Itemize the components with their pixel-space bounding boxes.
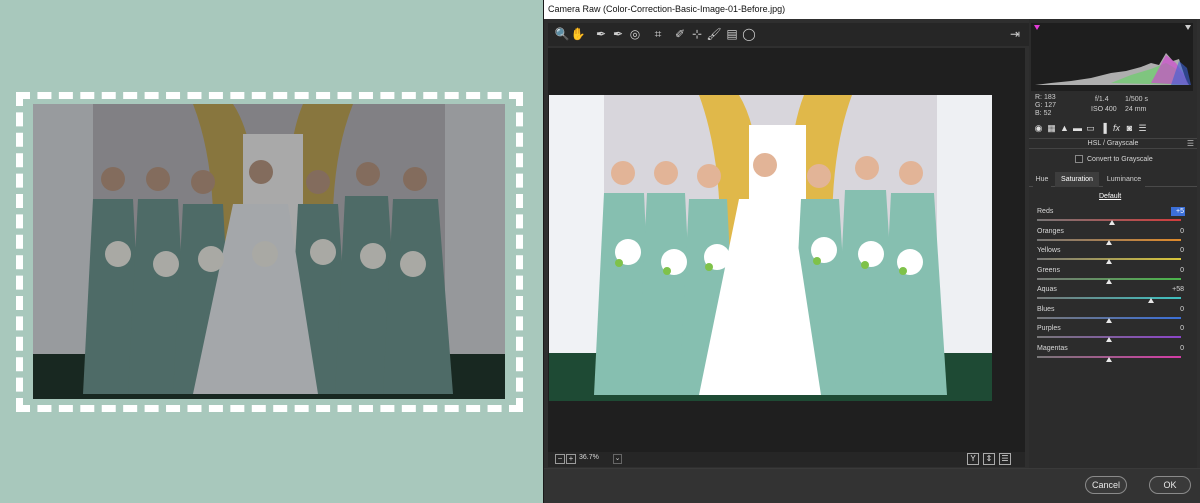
slider-label: Magentas (1037, 344, 1068, 352)
adjustment-panel: R: 183 G: 127 B: 52 f/1.4 1/500 s ISO 40… (1029, 19, 1197, 468)
ok-button[interactable]: OK (1149, 476, 1191, 494)
r-label: R: (1035, 94, 1042, 101)
slider-yellows[interactable]: Yellows 0 (1037, 247, 1184, 265)
hsl-tab-icon[interactable]: ▬ (1072, 123, 1083, 134)
slider-reds[interactable]: Reds +5 (1037, 207, 1185, 226)
slider-value[interactable]: 0 (1171, 266, 1185, 275)
graduated-filter-tool-icon[interactable]: ▤ (724, 26, 740, 42)
slider-value[interactable]: 0 (1171, 324, 1185, 333)
swap-settings-button[interactable]: ⇕ (983, 453, 995, 465)
slider-greens[interactable]: Greens 0 (1037, 266, 1184, 285)
slider-value[interactable]: 0 (1171, 305, 1185, 314)
split-toning-tab-icon[interactable]: ▭ (1085, 123, 1096, 134)
radial-filter-tool-icon[interactable]: ◯ (741, 26, 757, 42)
slider-thumb[interactable] (1106, 317, 1112, 323)
tool-bar: 🔍 ✋ ✒ ✒ ◎ ⌗ ✐ ⊹ 🖌 ▤ ◯ ⇥ (548, 23, 1029, 46)
tab-luminance[interactable]: Luminance (1103, 172, 1145, 187)
camera-calibration-tab-icon[interactable]: ◙ (1124, 123, 1135, 134)
before-photo (33, 104, 505, 399)
b-value: 52 (1043, 110, 1052, 117)
slider-purples[interactable]: Purples 0 (1037, 325, 1184, 343)
before-after-view-button[interactable]: Y (967, 453, 979, 465)
slider-label: Greens (1037, 266, 1060, 274)
white-balance-tool-icon[interactable]: ✒ (593, 26, 609, 42)
window-title: Camera Raw (Color-Correction-Basic-Image… (544, 0, 1200, 19)
adjustment-brush-tool-icon[interactable]: 🖌 (706, 26, 722, 42)
effects-tab-icon[interactable]: fx (1111, 123, 1122, 134)
zoom-dropdown-icon[interactable]: ⌄ (613, 454, 622, 464)
panel-tab-icons: ◉ ▦ ▲ ▬ ▭ ▐ fx ◙ ☰ (1031, 123, 1195, 136)
slider-thumb[interactable] (1108, 220, 1115, 225)
color-sampler-tool-icon[interactable]: ✒ (610, 26, 626, 42)
section-title-text: HSL / Grayscale (1087, 140, 1139, 147)
slider-label: Yellows (1037, 247, 1061, 254)
slider-label: Oranges (1037, 227, 1064, 235)
slider-track[interactable] (1037, 297, 1181, 299)
cancel-button[interactable]: Cancel (1085, 476, 1127, 494)
slider-blues[interactable]: Blues 0 (1037, 305, 1184, 324)
bridal-party-photo-after (549, 95, 992, 401)
slider-value[interactable]: +58 (1171, 285, 1185, 294)
bridal-party-photo-before (33, 104, 505, 399)
spot-removal-tool-icon[interactable]: ✐ (672, 26, 688, 42)
grayscale-label: Convert to Grayscale (1087, 156, 1153, 163)
slider-thumb[interactable] (1106, 278, 1112, 284)
slider-label: Purples (1037, 325, 1061, 332)
slider-thumb[interactable] (1147, 298, 1154, 303)
slider-label: Blues (1037, 305, 1055, 313)
after-photo (549, 95, 992, 401)
lens-corrections-tab-icon[interactable]: ▐ (1098, 123, 1109, 134)
slider-thumb[interactable] (1106, 337, 1112, 342)
slider-value[interactable]: +5 (1171, 207, 1185, 216)
grayscale-checkbox[interactable] (1075, 155, 1083, 164)
slider-aquas[interactable]: Aquas +58 (1037, 286, 1184, 304)
slider-oranges[interactable]: Oranges 0 (1037, 227, 1184, 246)
section-title: HSL / Grayscale ☰ (1029, 138, 1197, 149)
g-label: G: (1035, 102, 1043, 109)
slider-value[interactable]: 0 (1171, 344, 1185, 353)
r-value: 183 (1043, 94, 1056, 101)
panel-menu-icon[interactable]: ☰ (1187, 139, 1194, 148)
focal-length-value: 24 mm (1125, 106, 1147, 113)
g-value: 127 (1044, 102, 1057, 109)
presets-tab-icon[interactable]: ☰ (1137, 123, 1148, 134)
default-link[interactable]: Default (1099, 193, 1121, 200)
status-bar: − + 36.7% ⌄ Y ⇕ ☰ (548, 452, 1025, 467)
slider-thumb[interactable] (1106, 259, 1112, 264)
slider-value[interactable]: 0 (1171, 227, 1185, 236)
convert-to-grayscale-row[interactable]: Convert to Grayscale (1075, 155, 1153, 165)
b-label: B: (1035, 110, 1042, 117)
tab-saturation[interactable]: Saturation (1055, 172, 1099, 187)
slider-thumb[interactable] (1106, 356, 1112, 362)
shutter-value: 1/500 s (1125, 96, 1148, 103)
tone-curve-tab-icon[interactable]: ▦ (1046, 123, 1057, 134)
view-settings-button[interactable]: ☰ (999, 453, 1011, 465)
tab-hue[interactable]: Hue (1033, 172, 1051, 187)
crop-tool-icon[interactable]: ⌗ (650, 26, 666, 42)
slider-thumb[interactable] (1106, 239, 1112, 245)
red-eye-removal-tool-icon[interactable]: ⊹ (689, 26, 705, 42)
slider-value[interactable]: 0 (1171, 246, 1185, 255)
slider-magentas[interactable]: Magentas 0 (1037, 344, 1184, 363)
hsl-tabs: Hue Saturation Luminance (1029, 172, 1197, 187)
histogram (1031, 23, 1193, 91)
detail-tab-icon[interactable]: ▲ (1059, 123, 1070, 134)
slider-label: Reds (1037, 208, 1054, 215)
rgb-readout: R: 183 G: 127 B: 52 f/1.4 1/500 s ISO 40… (1035, 94, 1195, 118)
zoom-in-button[interactable]: + (566, 454, 576, 464)
targeted-adjustment-tool-icon[interactable]: ◎ (627, 26, 643, 42)
open-preferences-icon[interactable]: ⇥ (1007, 26, 1023, 42)
zoom-level: 36.7% (579, 454, 599, 461)
hand-tool-icon[interactable]: ✋ (570, 26, 586, 42)
zoom-out-button[interactable]: − (555, 454, 565, 464)
zoom-tool-icon[interactable]: 🔍 (554, 26, 570, 42)
basic-tab-icon[interactable]: ◉ (1033, 123, 1044, 134)
slider-label: Aquas (1037, 286, 1057, 293)
